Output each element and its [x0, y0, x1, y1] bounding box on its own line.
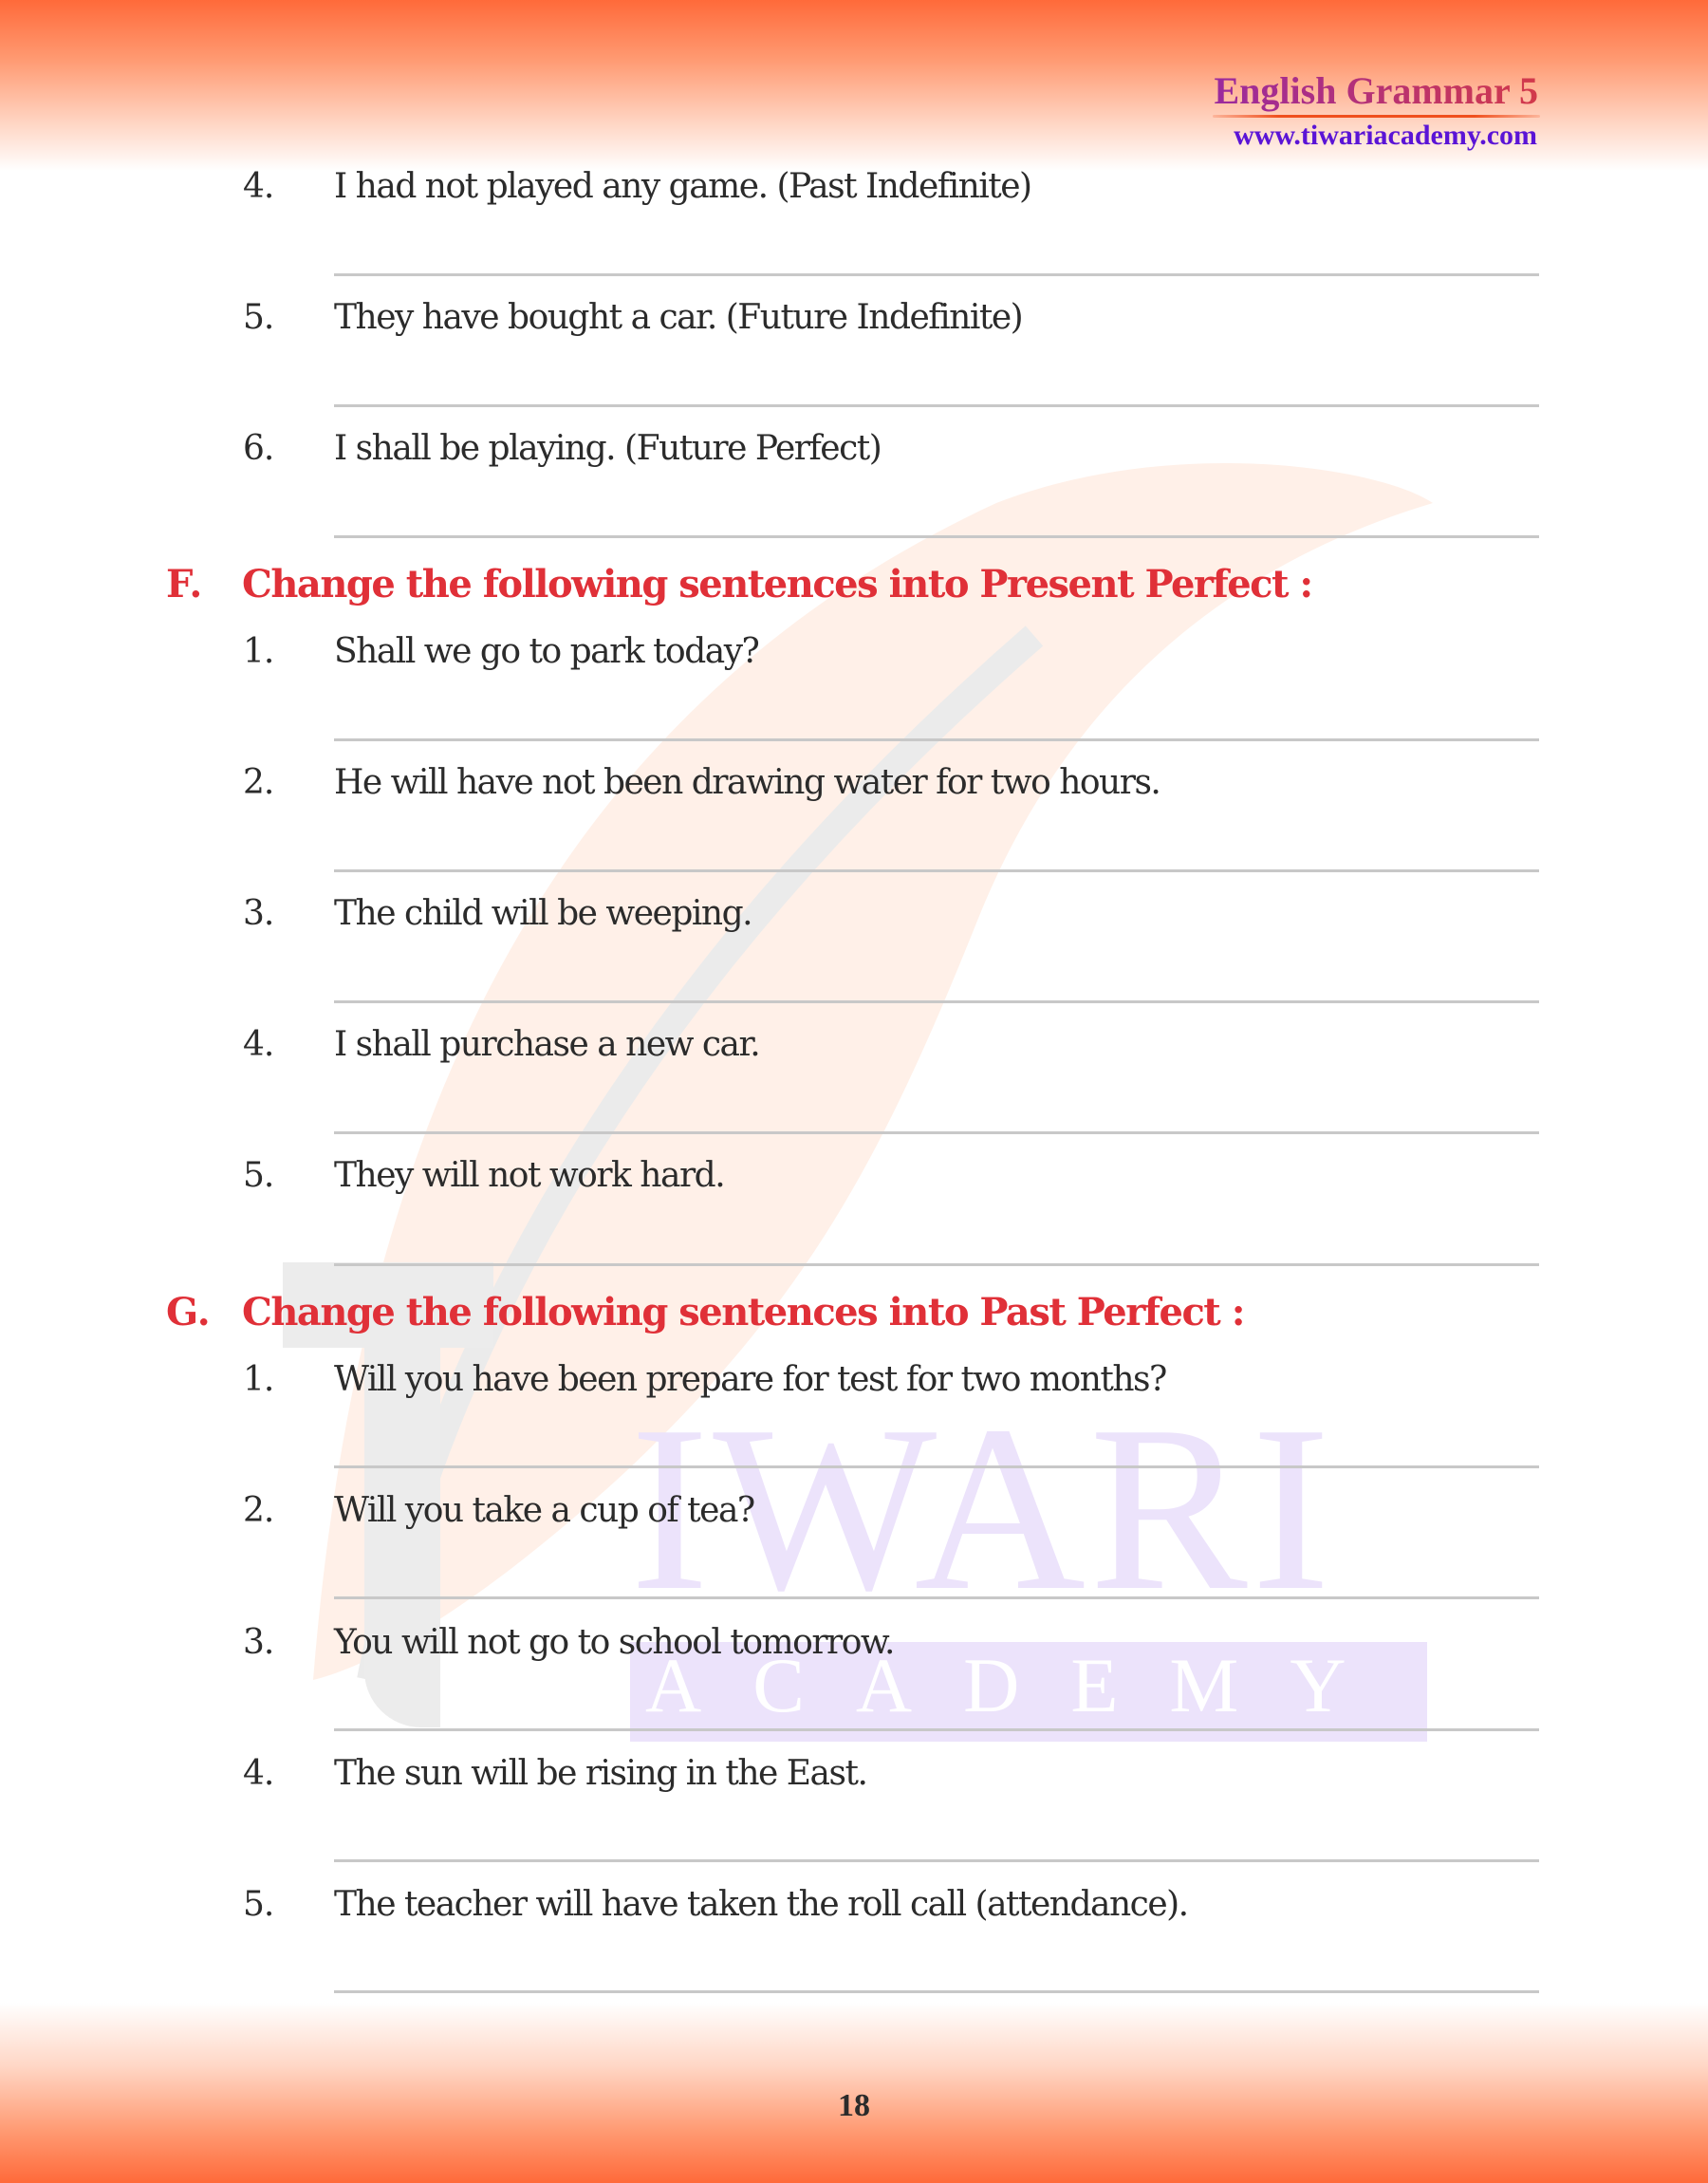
item-text: Shall we go to park today?: [334, 632, 760, 671]
item-text: They will not work hard.: [334, 1156, 726, 1195]
item-text: Will you have been prepare for test for …: [334, 1360, 1167, 1399]
item-number: 5.: [243, 298, 274, 337]
item-text: Will you take a cup of tea?: [334, 1491, 755, 1530]
item-text: The child will be weeping.: [334, 894, 753, 933]
item-number: 3.: [243, 894, 274, 933]
item-text: The sun will be rising in the East.: [334, 1754, 868, 1793]
answer-line[interactable]: [334, 535, 1539, 538]
answer-line[interactable]: [334, 1728, 1539, 1731]
item-number: 5.: [243, 1885, 274, 1924]
answer-line[interactable]: [334, 1859, 1539, 1862]
item-number: 1.: [243, 632, 274, 671]
answer-line[interactable]: [334, 404, 1539, 407]
item-number: 6.: [243, 429, 274, 468]
answer-line[interactable]: [334, 1263, 1539, 1266]
book-title: English Grammar 5: [1214, 69, 1538, 112]
item-number: 4.: [243, 1754, 274, 1793]
answer-line[interactable]: [334, 273, 1539, 276]
answer-line[interactable]: [334, 1465, 1539, 1468]
item-text: You will not go to school tomorrow.: [334, 1623, 895, 1662]
item-text: I had not played any game. (Past Indefin…: [334, 167, 1032, 206]
answer-line[interactable]: [334, 1000, 1539, 1003]
item-text: I shall purchase a new car.: [334, 1025, 761, 1064]
item-number: 1.: [243, 1360, 274, 1399]
answer-line[interactable]: [334, 738, 1539, 741]
answer-line[interactable]: [334, 1131, 1539, 1134]
item-number: 4.: [243, 167, 274, 206]
website-link[interactable]: www.tiwariacademy.com: [1234, 120, 1537, 152]
page-number: 18: [838, 2088, 870, 2123]
item-number: 3.: [243, 1623, 274, 1662]
header-divider: [1213, 115, 1540, 118]
answer-line[interactable]: [334, 1596, 1539, 1599]
section-letter: G.: [166, 1290, 211, 1334]
answer-line[interactable]: [334, 869, 1539, 872]
answer-line[interactable]: [334, 1990, 1539, 1993]
item-number: 5.: [243, 1156, 274, 1195]
item-number: 4.: [243, 1025, 274, 1064]
item-number: 2.: [243, 763, 274, 802]
section-letter: F.: [166, 562, 203, 606]
section-heading: Change the following sentences into Past…: [242, 1290, 1245, 1334]
item-text: He will have not been drawing water for …: [334, 763, 1161, 802]
item-number: 2.: [243, 1491, 274, 1530]
item-text: I shall be playing. (Future Perfect): [334, 429, 882, 468]
item-text: The teacher will have taken the roll cal…: [334, 1885, 1189, 1924]
section-heading: Change the following sentences into Pres…: [242, 562, 1313, 606]
item-text: They have bought a car. (Future Indefini…: [334, 298, 1024, 337]
